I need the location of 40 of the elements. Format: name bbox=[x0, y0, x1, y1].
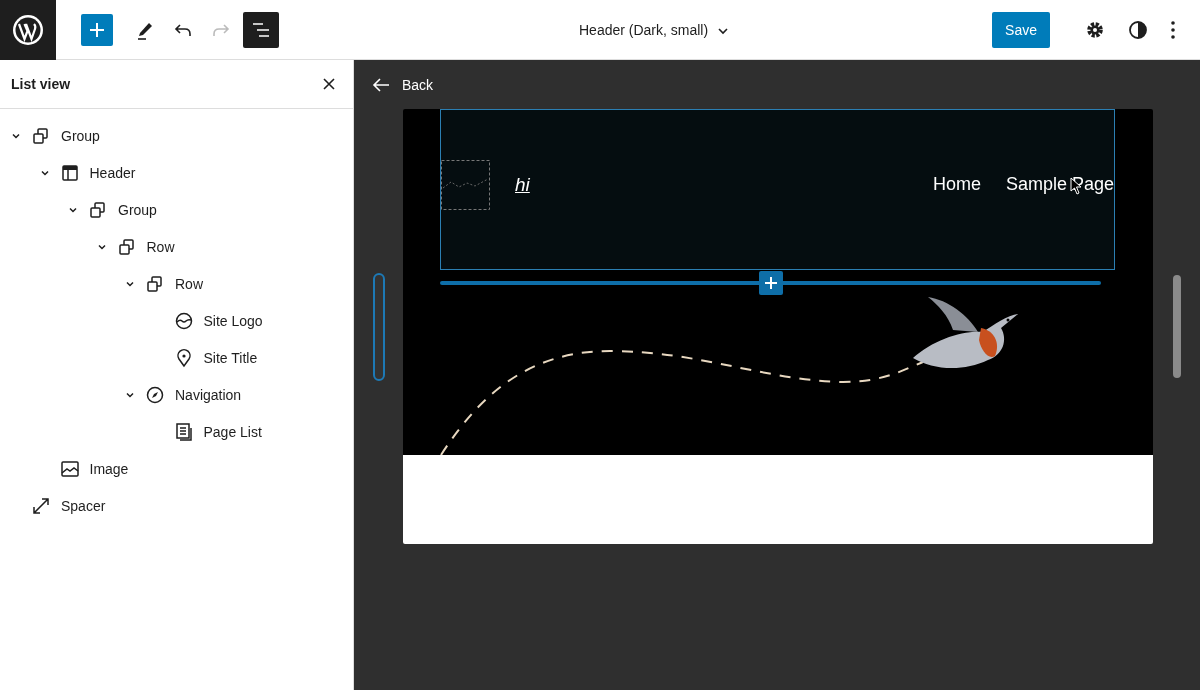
circle-wave-icon bbox=[173, 310, 194, 331]
list-view-button[interactable] bbox=[243, 11, 279, 48]
plus-icon bbox=[764, 276, 778, 290]
inserter-button[interactable] bbox=[81, 13, 113, 46]
group-icon bbox=[31, 125, 51, 146]
list-view-item[interactable]: Group bbox=[0, 191, 353, 228]
save-button[interactable]: Save bbox=[992, 11, 1050, 48]
site-title[interactable]: hi bbox=[515, 173, 530, 196]
list-view-item[interactable]: Navigation bbox=[0, 376, 353, 413]
group-icon bbox=[145, 273, 165, 294]
add-block-button[interactable] bbox=[759, 271, 783, 295]
list-view-item[interactable]: Group bbox=[0, 117, 353, 154]
resize-handle[interactable] bbox=[373, 273, 385, 381]
list-view-item[interactable]: Header bbox=[0, 154, 353, 191]
close-icon[interactable] bbox=[322, 77, 336, 91]
panel-title: List view bbox=[11, 76, 71, 92]
contrast-icon[interactable] bbox=[1128, 19, 1148, 40]
resize-arrow-icon bbox=[31, 495, 51, 516]
back-button[interactable]: Back bbox=[372, 60, 1153, 109]
document-title-button[interactable]: Header (Dark, small) bbox=[579, 21, 731, 38]
wordpress-logo-icon bbox=[12, 13, 44, 46]
scrollbar-thumb[interactable] bbox=[1173, 275, 1181, 378]
list-view-item[interactable]: Row bbox=[0, 265, 353, 302]
logo-placeholder[interactable] bbox=[441, 159, 490, 210]
nav-link[interactable]: Home bbox=[932, 174, 981, 195]
pages-icon bbox=[173, 421, 194, 442]
arrow-left-icon bbox=[372, 77, 390, 92]
list-view-item[interactable]: Image bbox=[0, 450, 353, 487]
list-view-item[interactable]: Row bbox=[0, 228, 353, 265]
more-options-icon[interactable] bbox=[1170, 19, 1176, 40]
list-view-item[interactable]: Page List bbox=[0, 413, 353, 450]
list-view-item[interactable]: Site Logo bbox=[0, 302, 353, 339]
group-icon bbox=[116, 236, 137, 257]
list-view-item[interactable]: Site Title bbox=[0, 339, 353, 376]
header-layout-icon bbox=[59, 162, 80, 183]
list-view-item[interactable]: Spacer bbox=[0, 487, 353, 524]
image-icon bbox=[59, 458, 80, 479]
group-icon bbox=[88, 199, 108, 220]
compass-icon bbox=[145, 384, 165, 405]
wordpress-logo-button[interactable] bbox=[0, 0, 56, 60]
